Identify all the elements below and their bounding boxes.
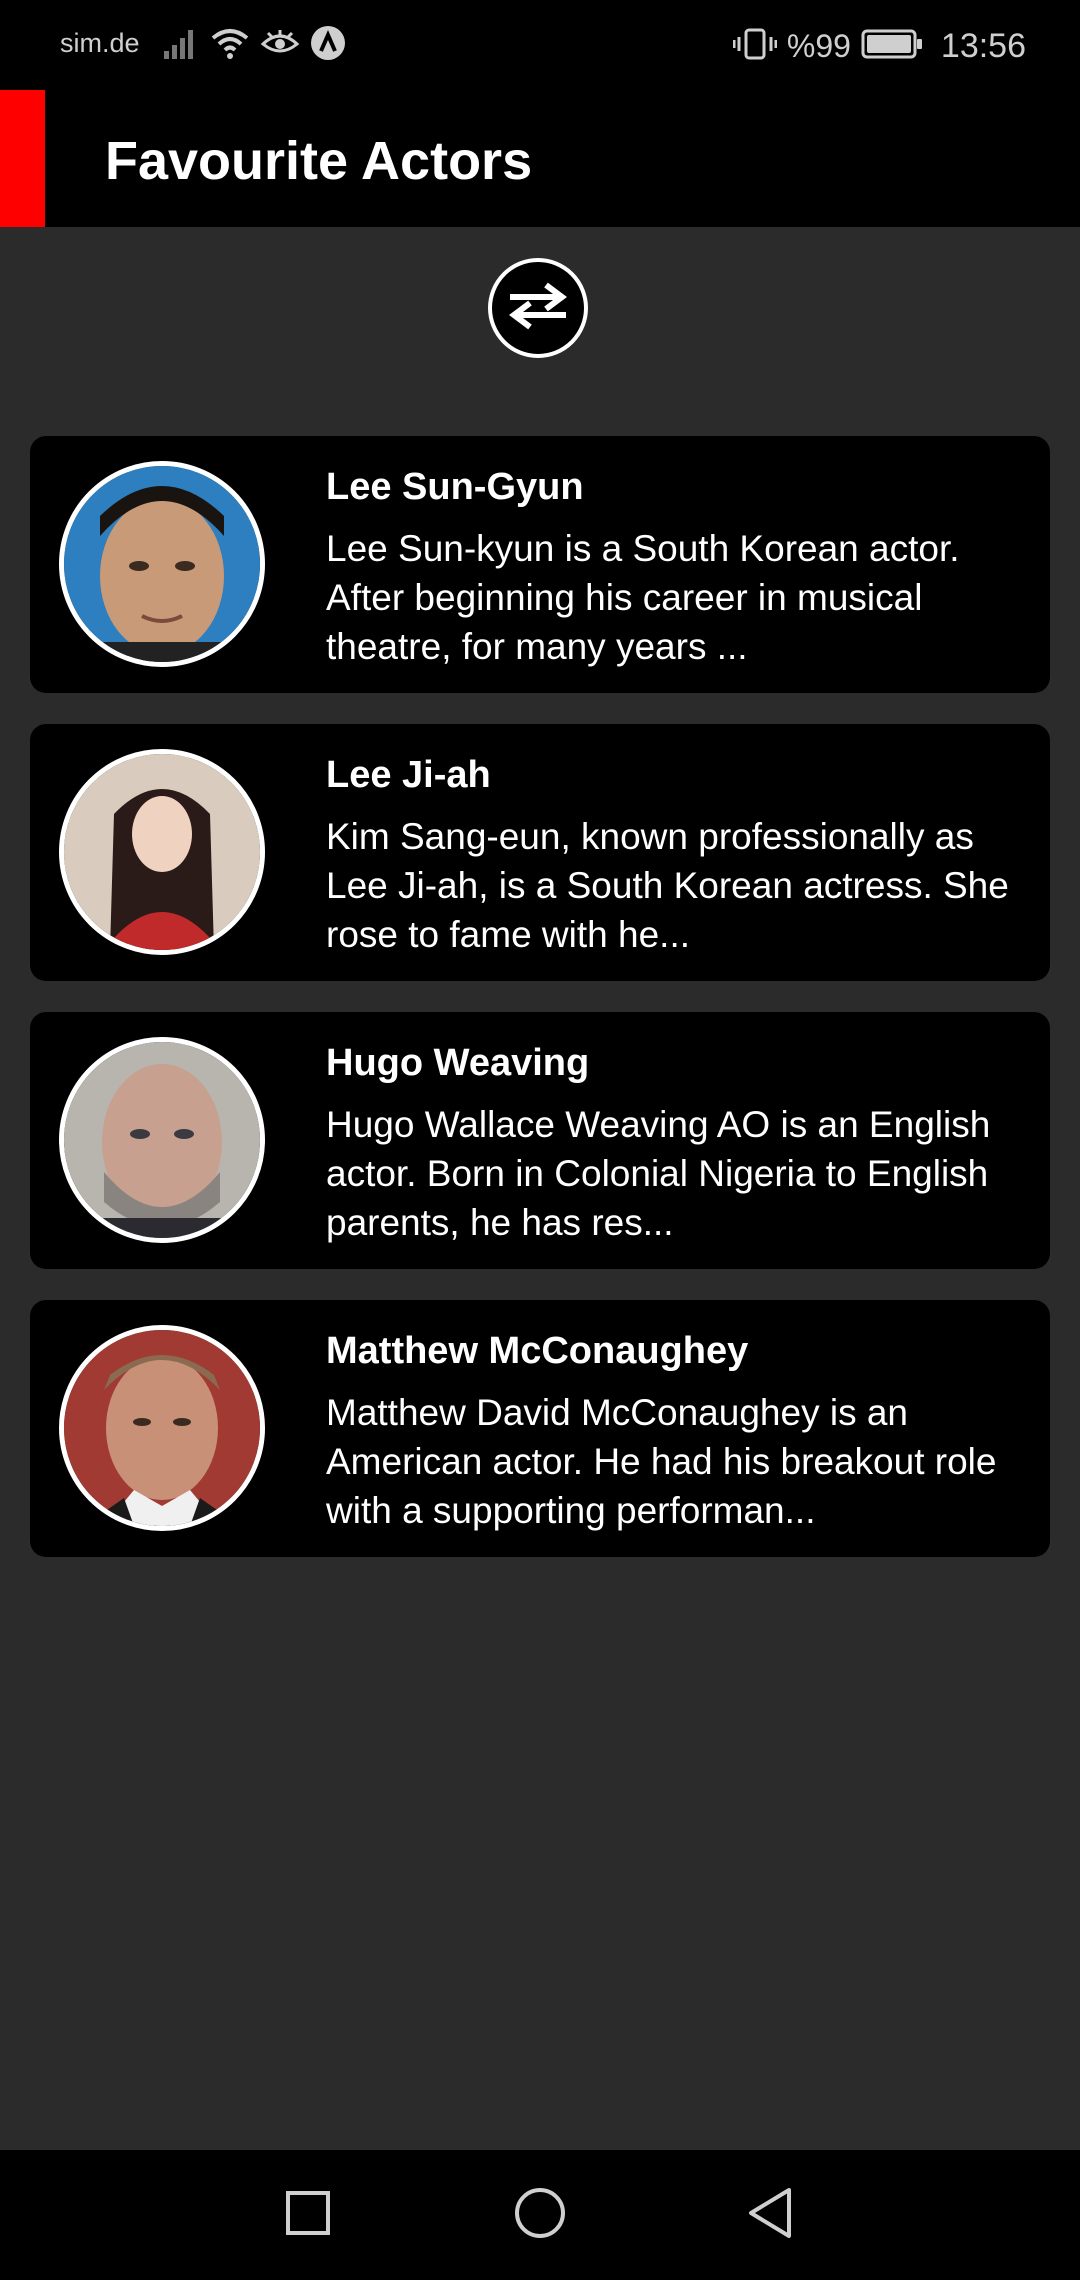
battery-percent: %99 xyxy=(786,27,851,64)
actor-name: Lee Sun-Gyun xyxy=(326,466,584,508)
actor-name: Matthew McConaughey xyxy=(326,1330,749,1372)
actor-description: Hugo Wallace Weaving AO is an English ac… xyxy=(326,1104,991,1243)
recents-square-icon xyxy=(283,2188,333,2243)
status-icons-right: %99 13:56 xyxy=(732,24,1026,68)
home-button[interactable] xyxy=(510,2185,570,2245)
actor-name: Lee Ji-ah xyxy=(326,754,491,796)
battery-icon xyxy=(861,29,923,64)
app-header: Favourite Actors xyxy=(0,90,1080,227)
clock: 13:56 xyxy=(940,26,1026,65)
navigation-bar xyxy=(0,2150,1080,2280)
actor-name: Hugo Weaving xyxy=(326,1042,590,1084)
avatar xyxy=(59,1037,265,1243)
wifi-icon xyxy=(210,26,250,65)
status-icons-left xyxy=(162,25,346,66)
eye-icon xyxy=(260,28,300,63)
avatar xyxy=(59,749,265,955)
actor-card[interactable]: Hugo Weaving Hugo Wallace Weaving AO is … xyxy=(30,1012,1050,1269)
swap-arrows-icon xyxy=(506,280,570,337)
actor-description: Matthew David McConaughey is an American… xyxy=(326,1392,997,1531)
app-icon xyxy=(310,25,346,66)
status-bar: sim.de %99 13:56 xyxy=(0,0,1080,90)
avatar xyxy=(59,1325,265,1531)
home-circle-icon xyxy=(513,2186,567,2245)
carrier-label: sim.de xyxy=(60,28,140,58)
avatar xyxy=(59,461,265,667)
back-triangle-icon xyxy=(745,2186,795,2245)
back-button[interactable] xyxy=(740,2185,800,2245)
actor-card[interactable]: Lee Ji-ah Kim Sang-eun, known profession… xyxy=(30,724,1050,981)
actor-description: Kim Sang-eun, known professionally as Le… xyxy=(326,816,1009,955)
vibrate-icon xyxy=(732,27,778,66)
actor-card[interactable]: Matthew McConaughey Matthew David McCona… xyxy=(30,1300,1050,1557)
swap-button[interactable] xyxy=(488,258,588,358)
page-title: Favourite Actors xyxy=(105,131,533,191)
actor-card[interactable]: Lee Sun-Gyun Lee Sun-kyun is a South Kor… xyxy=(30,436,1050,693)
recents-button[interactable] xyxy=(278,2185,338,2245)
actor-description: Lee Sun-kyun is a South Korean actor. Af… xyxy=(326,528,960,667)
signal-icon xyxy=(162,27,200,64)
header-accent-bar xyxy=(0,90,45,227)
